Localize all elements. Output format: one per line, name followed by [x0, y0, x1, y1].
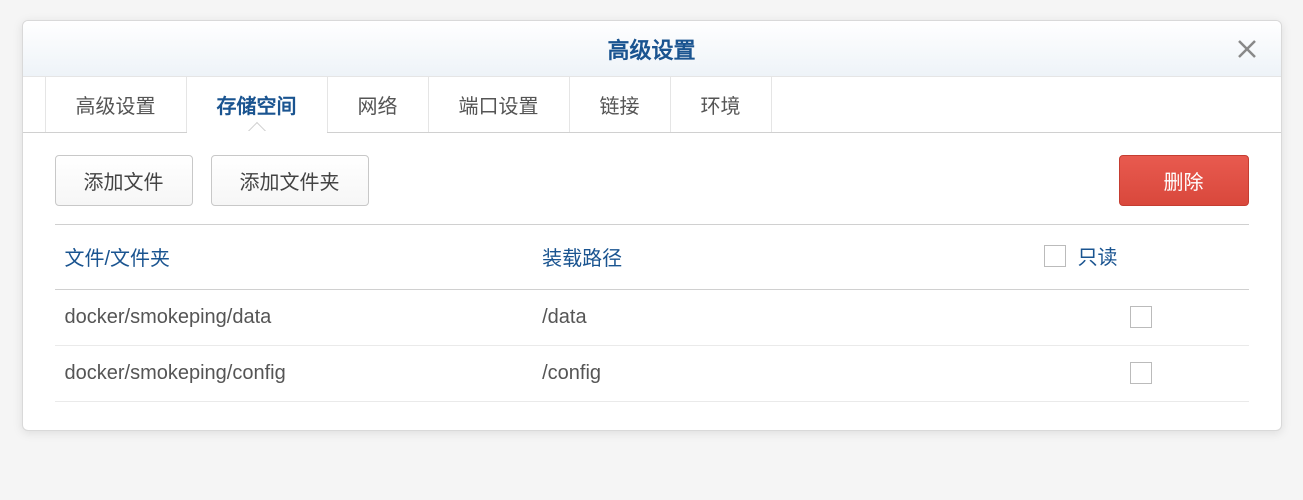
table-header-row: 文件/文件夹 装载路径 只读 [55, 225, 1249, 290]
tab-label: 高级设置 [76, 90, 156, 119]
cell-path: docker/smokeping/data [55, 289, 533, 345]
tab-label: 存储空间 [217, 90, 297, 119]
tab-label: 端口设置 [459, 90, 539, 119]
close-button[interactable] [1235, 37, 1259, 61]
tab-label: 网络 [358, 90, 398, 119]
header-readonly-label: 只读 [1078, 241, 1118, 270]
header-path[interactable]: 文件/文件夹 [55, 225, 533, 290]
window-title: 高级设置 [607, 33, 695, 65]
header-readonly: 只读 [1034, 225, 1249, 290]
add-folder-button[interactable]: 添加文件夹 [211, 155, 369, 206]
header-mount[interactable]: 装载路径 [532, 225, 1033, 290]
table-row[interactable]: docker/smokeping/config /config [55, 345, 1249, 401]
titlebar: 高级设置 [23, 21, 1281, 77]
readonly-checkbox[interactable] [1130, 306, 1152, 328]
tab-label: 链接 [600, 90, 640, 119]
delete-button[interactable]: 删除 [1119, 155, 1249, 206]
add-file-button[interactable]: 添加文件 [55, 155, 193, 206]
table-row[interactable]: docker/smokeping/data /data [55, 289, 1249, 345]
tab-label: 环境 [701, 90, 741, 119]
tab-ports[interactable]: 端口设置 [429, 77, 570, 132]
close-icon [1235, 37, 1259, 61]
readonly-checkbox[interactable] [1130, 362, 1152, 384]
tab-network[interactable]: 网络 [328, 77, 429, 132]
volume-table: 文件/文件夹 装载路径 只读 docker/smokeping/data /da… [55, 224, 1249, 402]
tab-advanced[interactable]: 高级设置 [45, 77, 187, 132]
readonly-all-checkbox[interactable] [1044, 245, 1066, 267]
tab-links[interactable]: 链接 [570, 77, 671, 132]
settings-window: 高级设置 高级设置 存储空间 网络 端口设置 链接 环境 添加文件 添加文件夹 … [22, 20, 1282, 431]
cell-readonly [1034, 345, 1249, 401]
tab-storage[interactable]: 存储空间 [187, 77, 328, 132]
tab-env[interactable]: 环境 [671, 77, 772, 132]
cell-mount: /data [532, 289, 1033, 345]
cell-mount: /config [532, 345, 1033, 401]
tab-bar: 高级设置 存储空间 网络 端口设置 链接 环境 [23, 77, 1281, 133]
toolbar: 添加文件 添加文件夹 删除 [23, 133, 1281, 224]
cell-path: docker/smokeping/config [55, 345, 533, 401]
cell-readonly [1034, 289, 1249, 345]
